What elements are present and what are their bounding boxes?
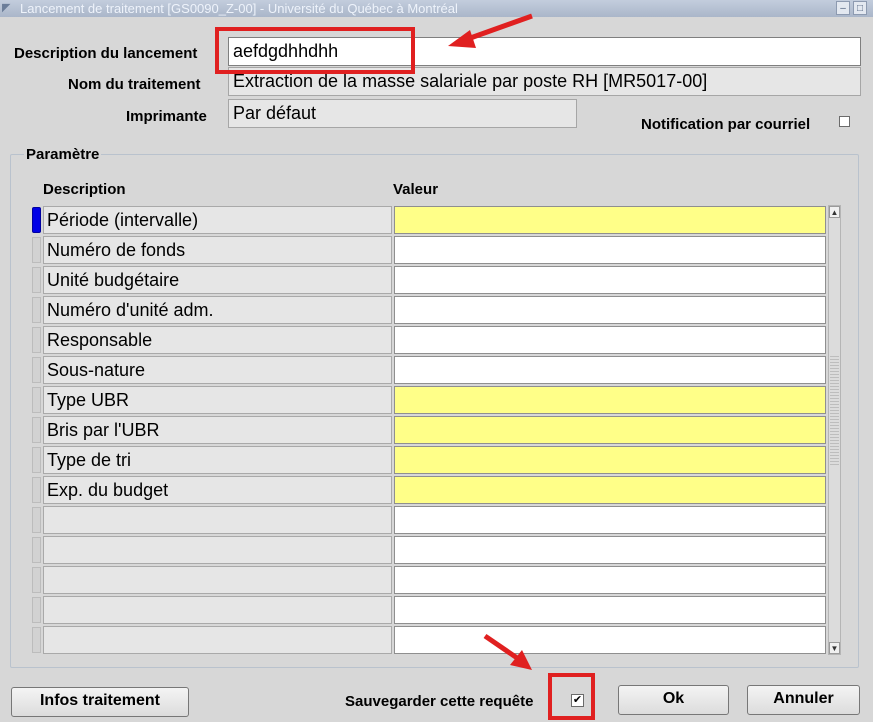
parametre-description-cell: Type UBR <box>43 386 392 414</box>
minimize-button[interactable]: – <box>836 1 850 15</box>
scroll-down-arrow-icon[interactable]: ▼ <box>829 642 840 654</box>
row-selector[interactable] <box>32 507 41 533</box>
parametre-description-cell <box>43 506 392 534</box>
parametre-valeur-input[interactable] <box>394 386 826 414</box>
parametre-description-cell: Unité budgétaire <box>43 266 392 294</box>
imprimante-label: Imprimante <box>126 108 207 125</box>
parametre-description-cell <box>43 566 392 594</box>
parametre-valeur-input[interactable] <box>394 356 826 384</box>
window-app-icon: ◤ <box>2 2 11 14</box>
parametre-valeur-input[interactable] <box>394 266 826 294</box>
scroll-up-arrow-icon[interactable]: ▲ <box>829 206 840 218</box>
parametre-valeur-input[interactable] <box>394 566 826 594</box>
row-selector[interactable] <box>32 327 41 353</box>
parametre-valeur-input[interactable] <box>394 236 826 264</box>
row-selector[interactable] <box>32 417 41 443</box>
row-selector[interactable] <box>32 477 41 503</box>
imprimante-field: Par défaut <box>228 99 577 128</box>
row-selector[interactable] <box>32 297 41 323</box>
row-selector[interactable] <box>32 267 41 293</box>
window-title: Lancement de traitement [GS0090_Z-00] - … <box>20 1 458 16</box>
current-row-indicator[interactable] <box>32 207 41 233</box>
parametre-description-cell: Numéro d'unité adm. <box>43 296 392 324</box>
sauvegarder-requete-checkbox[interactable]: ✔ <box>571 694 584 707</box>
parametre-valeur-input[interactable] <box>394 446 826 474</box>
row-selector[interactable] <box>32 597 41 623</box>
description-lancement-input[interactable]: aefdgdhhdhh <box>228 37 861 66</box>
parametre-description-cell <box>43 596 392 624</box>
parametre-valeur-input[interactable] <box>394 326 826 354</box>
sauvegarder-requete-label: Sauvegarder cette requête <box>345 693 534 710</box>
row-selector[interactable] <box>32 567 41 593</box>
parametre-valeur-input[interactable] <box>394 596 826 624</box>
parametre-valeur-input[interactable] <box>394 626 826 654</box>
notification-courriel-label: Notification par courriel <box>641 116 811 133</box>
row-selector[interactable] <box>32 237 41 263</box>
parametre-description-cell: Bris par l'UBR <box>43 416 392 444</box>
parametre-description-cell: Numéro de fonds <box>43 236 392 264</box>
parametre-scrollbar[interactable]: ▲ ▼ <box>828 205 841 655</box>
nom-traitement-label: Nom du traitement <box>68 76 201 93</box>
parametre-legend: Paramètre <box>24 146 102 163</box>
row-selector[interactable] <box>32 447 41 473</box>
ok-button[interactable]: Ok <box>618 685 729 715</box>
column-header-valeur: Valeur <box>393 181 439 198</box>
row-selector[interactable] <box>32 537 41 563</box>
row-selector[interactable] <box>32 387 41 413</box>
parametre-description-cell: Période (intervalle) <box>43 206 392 234</box>
annuler-button[interactable]: Annuler <box>747 685 860 715</box>
parametre-description-cell <box>43 626 392 654</box>
parametre-valeur-input[interactable] <box>394 476 826 504</box>
parametre-description-cell <box>43 536 392 564</box>
description-lancement-label: Description du lancement <box>14 45 198 62</box>
annotation-arrow-icon <box>448 13 533 48</box>
notification-courriel-checkbox[interactable] <box>839 116 850 127</box>
parametre-description-cell: Type de tri <box>43 446 392 474</box>
parametre-valeur-input[interactable] <box>394 506 826 534</box>
nom-traitement-field: Extraction de la masse salariale par pos… <box>228 67 861 96</box>
parametre-description-cell: Exp. du budget <box>43 476 392 504</box>
window-titlebar: ◤ Lancement de traitement [GS0090_Z-00] … <box>0 0 873 17</box>
scrollbar-grip[interactable] <box>830 356 839 466</box>
parametre-description-cell: Responsable <box>43 326 392 354</box>
parametre-description-cell: Sous-nature <box>43 356 392 384</box>
row-selector[interactable] <box>32 627 41 653</box>
maximize-button[interactable]: □ <box>853 1 867 15</box>
parametre-valeur-input[interactable] <box>394 416 826 444</box>
parametre-valeur-input[interactable] <box>394 536 826 564</box>
parametre-valeur-input[interactable] <box>394 296 826 324</box>
column-header-description: Description <box>43 181 126 198</box>
infos-traitement-button[interactable]: Infos traitement <box>11 687 189 717</box>
check-icon: ✔ <box>572 694 583 706</box>
parametre-valeur-input[interactable] <box>394 206 826 234</box>
annotation-arrow-icon <box>483 633 532 670</box>
row-selector[interactable] <box>32 357 41 383</box>
